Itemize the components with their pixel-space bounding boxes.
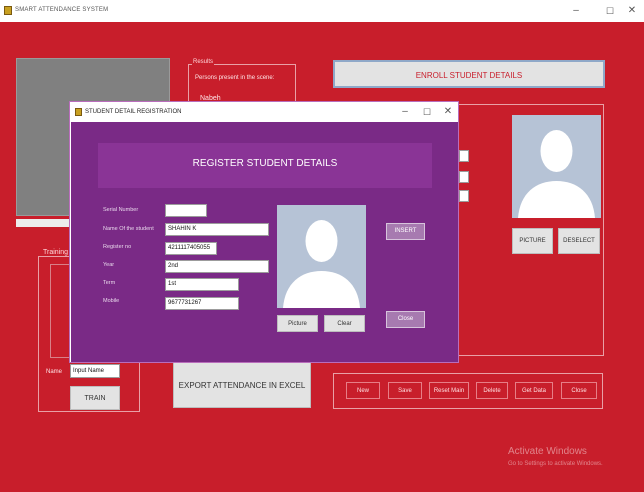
enroll-student-details-button[interactable]: ENROLL STUDENT DETAILS [333, 60, 605, 88]
minimize-button[interactable]: – [568, 4, 584, 18]
dialog-app-icon [75, 108, 82, 116]
new-button[interactable]: New [346, 382, 380, 399]
training-label: Training [42, 249, 70, 256]
student-registration-dialog: STUDENT DETAIL REGISTRATION – ☐ ✕ REGIST… [69, 101, 459, 363]
export-attendance-button[interactable]: EXPORT ATTENDANCE IN EXCEL [173, 362, 311, 408]
mobile-label: Mobile [103, 298, 120, 304]
train-button[interactable]: TRAIN [70, 386, 120, 410]
mobile-input[interactable]: 9677731267 [165, 297, 239, 310]
name-label: Name [46, 369, 63, 375]
year-input[interactable]: 2nd [165, 260, 269, 273]
dialog-title: STUDENT DETAIL REGISTRATION [85, 109, 182, 115]
student-name-input[interactable]: SHAHIN K [165, 223, 269, 236]
main-title-bar: SMART ATTENDANCE SYSTEM – ☐ ✕ [0, 0, 644, 22]
term-label: Term [103, 280, 116, 286]
student-photo-placeholder [512, 115, 601, 218]
dialog-maximize-button[interactable]: ☐ [419, 105, 435, 119]
register-header-title: REGISTER STUDENT DETAILS [192, 158, 338, 169]
dialog-body: REGISTER STUDENT DETAILS Serial Number N… [71, 122, 458, 362]
insert-button[interactable]: INSERT [386, 223, 425, 240]
dialog-photo-placeholder [277, 205, 366, 308]
year-label: Year [103, 262, 115, 268]
term-input[interactable]: 1st [165, 278, 239, 291]
person-silhouette-icon [283, 220, 360, 308]
get-data-button[interactable]: Get Data [515, 382, 553, 399]
dialog-close-action-button[interactable]: Close [386, 311, 425, 328]
student-name-label: Name Of the student [103, 226, 154, 232]
delete-button[interactable]: Delete [476, 382, 508, 399]
dialog-minimize-button[interactable]: – [397, 105, 413, 119]
dialog-title-bar: STUDENT DETAIL REGISTRATION – ☐ ✕ [70, 102, 458, 122]
save-button[interactable]: Save [388, 382, 422, 399]
register-no-label: Register no [103, 244, 132, 250]
dropdown-3[interactable] [459, 190, 469, 202]
dialog-clear-button[interactable]: Clear [324, 315, 365, 332]
results-text: Persons present in the scene: [195, 75, 275, 81]
dialog-picture-button[interactable]: Picture [277, 315, 318, 332]
serial-number-input[interactable] [165, 204, 207, 217]
deselect-button[interactable]: DESELECT [558, 228, 600, 254]
close-window-button[interactable]: ✕ [624, 4, 640, 18]
dropdown-1[interactable] [459, 150, 469, 162]
results-label: Results [192, 59, 215, 65]
app-title: SMART ATTENDANCE SYSTEM [15, 7, 109, 13]
bottom-close-button[interactable]: Close [561, 382, 597, 399]
training-name-input[interactable]: Input Name [70, 364, 120, 378]
maximize-button[interactable]: ☐ [602, 4, 618, 18]
activate-windows-subtitle: Go to Settings to activate Windows. [508, 461, 603, 467]
dropdown-2[interactable] [459, 171, 469, 183]
dialog-close-button[interactable]: ✕ [440, 105, 456, 119]
picture-button[interactable]: PICTURE [512, 228, 553, 254]
serial-number-label: Serial Number [103, 207, 139, 213]
register-no-input[interactable]: 4211117405055 [165, 242, 217, 255]
reset-main-button[interactable]: Reset Main [429, 382, 469, 399]
app-icon [4, 6, 12, 15]
person-silhouette-icon [518, 130, 595, 218]
activate-windows-title: Activate Windows [508, 446, 587, 457]
